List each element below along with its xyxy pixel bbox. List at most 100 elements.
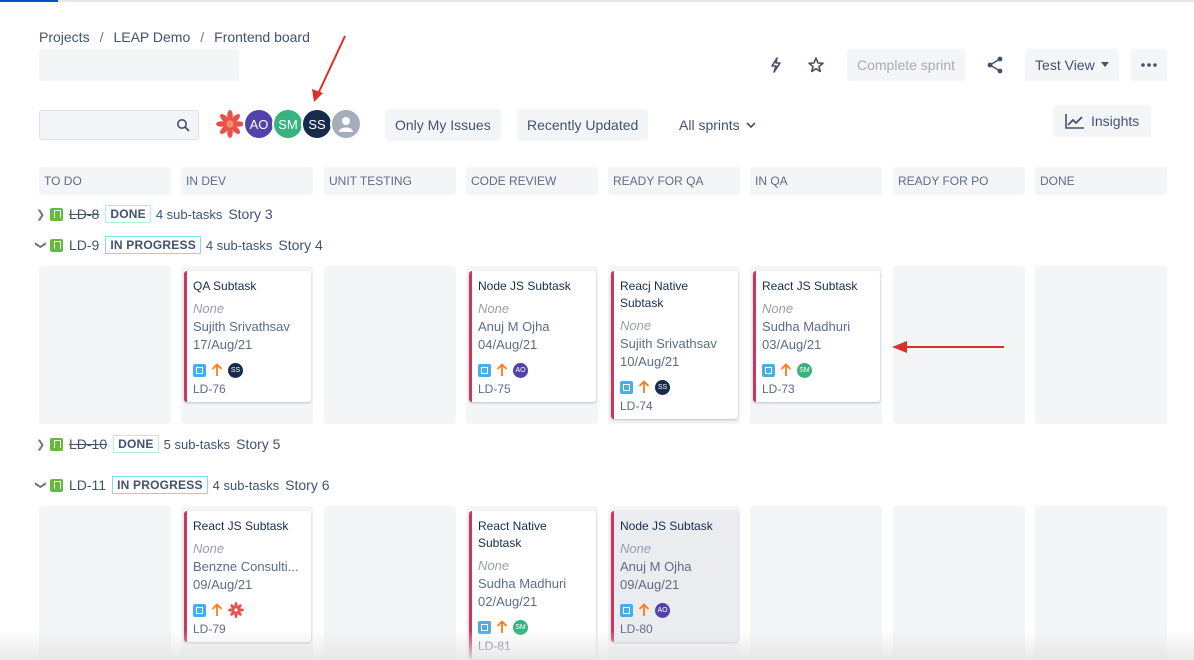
card-none: None	[478, 558, 510, 573]
card-none: None	[193, 541, 225, 556]
card-key: LD-76	[193, 382, 226, 396]
swimlane-key[interactable]: LD-8	[69, 206, 99, 222]
card-assignee: Sudha Madhuri	[478, 576, 567, 591]
swimlane-header[interactable]: ❯ LD-11 IN PROGRESS 4 sub-tasks Story 6	[35, 475, 330, 495]
assignee-avatars: AO SM SS	[214, 108, 362, 140]
complete-sprint-button[interactable]: Complete sprint	[847, 49, 966, 81]
story-icon	[50, 207, 63, 221]
priority-arrow-up-icon	[496, 363, 508, 376]
avatar-sm[interactable]: SM	[272, 108, 304, 140]
card-avatar[interactable]: SM	[797, 362, 812, 378]
flower-avatar-icon[interactable]	[228, 602, 244, 618]
avatar-flower[interactable]	[214, 108, 246, 140]
automation-button[interactable]	[760, 49, 792, 81]
insights-label: Insights	[1091, 113, 1140, 129]
annotation-arrow-left	[892, 341, 1004, 353]
swimlane-header[interactable]: ❯ LD-8 DONE 4 sub-tasks Story 3	[36, 204, 273, 224]
avatar-ss[interactable]: SS	[301, 108, 333, 140]
issue-card[interactable]: Node JS Subtask None Anuj M Ojha 04/Aug/…	[469, 271, 596, 402]
chevron-right-icon[interactable]: ❯	[36, 438, 50, 451]
subtask-count: 4 sub-tasks	[212, 477, 280, 493]
insights-button[interactable]: Insights	[1053, 105, 1152, 137]
chevron-down-icon[interactable]: ❯	[35, 240, 48, 250]
card-assignee: Sujith Srivathsav	[620, 336, 717, 351]
card-assignee: Anuj M Ojha	[620, 559, 692, 574]
breadcrumb-board[interactable]: Frontend board	[214, 29, 310, 45]
issue-card[interactable]: React JS Subtask None Benzne Consulti...…	[184, 511, 311, 642]
swimlane-story: Story 6	[285, 477, 330, 493]
breadcrumb-project[interactable]: LEAP Demo	[113, 29, 190, 45]
column-cell	[39, 266, 171, 424]
story-icon	[50, 437, 63, 451]
board-actions: Complete sprint Test View	[760, 49, 1167, 81]
card-date: 10/Aug/21	[620, 354, 680, 369]
user-icon	[339, 117, 353, 132]
column-header-in-qa: IN QA	[750, 167, 882, 195]
priority-arrow-up-icon	[211, 603, 223, 616]
bottom-fade	[0, 630, 1194, 660]
search-input[interactable]	[40, 111, 170, 139]
column-header-code-review: CODE REVIEW	[466, 167, 598, 195]
card-assignee: Sujith Srivathsav	[193, 319, 290, 334]
issue-card[interactable]: Reacj Native Subtask None Sujith Srivath…	[611, 271, 738, 419]
subtask-count: 4 sub-tasks	[155, 206, 223, 222]
avatar-unassigned[interactable]	[330, 108, 362, 140]
search-icon	[177, 119, 190, 132]
swimlane-header[interactable]: ❯ LD-9 IN PROGRESS 4 sub-tasks Story 4	[35, 235, 323, 255]
lightning-icon	[771, 57, 781, 73]
card-date: 17/Aug/21	[193, 337, 253, 352]
issue-card[interactable]: Node JS Subtask None Anuj M Ojha 09/Aug/…	[611, 511, 738, 642]
card-date: 03/Aug/21	[762, 337, 822, 352]
subtask-icon	[620, 603, 633, 617]
swimlane-key[interactable]: LD-9	[69, 237, 99, 253]
priority-arrow-up-icon	[638, 603, 650, 616]
card-icons	[193, 601, 306, 619]
card-avatar[interactable]: SS	[228, 362, 243, 378]
swimlane-key[interactable]: LD-10	[69, 436, 107, 452]
column-header-in-dev: IN DEV	[181, 167, 313, 195]
column-header-done: DONE	[1035, 167, 1167, 195]
column-header-ready-for-po: READY FOR PO	[893, 167, 1025, 195]
card-title: React JS Subtask	[193, 519, 289, 533]
recently-updated-button[interactable]: Recently Updated	[517, 109, 649, 141]
swimlane-key[interactable]: LD-11	[69, 477, 106, 493]
issue-card[interactable]: React JS Subtask None Sudha Madhuri 03/A…	[753, 271, 880, 402]
chevron-down-icon[interactable]: ❯	[35, 480, 48, 490]
card-icons: AO	[478, 361, 591, 379]
breadcrumb-projects[interactable]: Projects	[39, 29, 90, 45]
card-title: React Native Subtask	[478, 519, 547, 550]
avatar-ao[interactable]: AO	[243, 108, 275, 140]
view-select-button[interactable]: Test View	[1025, 49, 1119, 81]
card-title: QA Subtask	[193, 279, 257, 293]
only-my-issues-button[interactable]: Only My Issues	[385, 109, 501, 141]
card-none: None	[193, 301, 225, 316]
story-icon	[50, 238, 63, 252]
status-badge: DONE	[113, 435, 159, 453]
card-key: LD-74	[620, 399, 653, 413]
top-accent	[0, 0, 58, 2]
board-search	[39, 110, 199, 140]
subtask-icon	[478, 363, 491, 377]
card-avatar[interactable]: SS	[655, 379, 670, 395]
swimlane-header[interactable]: ❯ LD-10 DONE 5 sub-tasks Story 5	[36, 434, 280, 454]
card-key: LD-73	[762, 382, 795, 396]
share-button[interactable]	[979, 49, 1011, 81]
priority-arrow-up-icon	[638, 380, 650, 393]
card-assignee: Sudha Madhuri	[762, 319, 851, 334]
card-avatar[interactable]: AO	[513, 362, 528, 378]
chevron-right-icon[interactable]: ❯	[36, 208, 50, 221]
star-button[interactable]	[800, 49, 832, 81]
card-assignee: Benzne Consulti...	[193, 559, 299, 574]
more-actions-button[interactable]	[1130, 49, 1167, 81]
swimlane-story: Story 3	[228, 206, 273, 222]
card-none: None	[620, 318, 652, 333]
sprints-label: All sprints	[679, 117, 740, 133]
issue-card[interactable]: QA Subtask None Sujith Srivathsav 17/Aug…	[184, 271, 311, 402]
card-date: 04/Aug/21	[478, 337, 538, 352]
card-icons: SM	[762, 361, 875, 379]
card-icons: AO	[620, 601, 733, 619]
sprints-dropdown[interactable]: All sprints	[670, 109, 765, 141]
caret-down-icon	[1100, 62, 1109, 67]
card-avatar[interactable]: AO	[655, 602, 670, 618]
breadcrumb-separator: /	[99, 29, 104, 45]
